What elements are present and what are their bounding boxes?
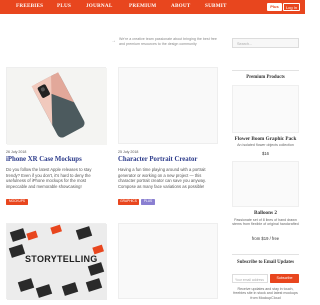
nav-about[interactable]: ABOUT: [171, 3, 190, 9]
email-placeholder: Your email address: [235, 277, 264, 282]
tag-mockups[interactable]: MOCKUPS: [6, 199, 28, 205]
product-name[interactable]: Flower Boom Graphic Pack: [232, 136, 299, 142]
post-title[interactable]: Character Portrait Creator: [118, 156, 197, 163]
post-image-portrait[interactable]: [118, 67, 218, 144]
plus-button[interactable]: Plus: [267, 3, 282, 11]
phone-mockup-illustration: [7, 68, 107, 145]
product-desc: An isolated flower objects collection: [237, 143, 294, 147]
nav-freebies[interactable]: FREEBIES: [16, 3, 43, 9]
nav-journal[interactable]: JOURNAL: [86, 3, 112, 9]
nav-plus[interactable]: PLUS: [57, 3, 71, 9]
product-image-flower[interactable]: [232, 85, 299, 133]
product-image-balloons[interactable]: [232, 161, 299, 207]
post-image-storytelling[interactable]: STORYTELLING: [6, 223, 107, 300]
post-excerpt: Do you follow the latest Apple releases …: [6, 167, 92, 189]
search-input[interactable]: Search...: [232, 38, 299, 48]
product-price: from $19 / free: [251, 236, 280, 241]
post-excerpt: Having a fun time playing around with a …: [118, 167, 206, 189]
search-placeholder: Search...: [237, 41, 253, 46]
login-button[interactable]: Log In: [283, 3, 300, 11]
top-navigation: FREEBIES PLUS JOURNAL PREMIUM ABOUT SUBM…: [0, 0, 305, 14]
tag-plus[interactable]: PLUS: [141, 199, 155, 205]
intro-notice: We're a creative team passionate about b…: [119, 37, 217, 46]
tag-graphics[interactable]: GRAPHICS: [118, 199, 139, 205]
arrow-right-icon: →: [111, 38, 116, 44]
storytelling-banner: STORYTELLING: [25, 254, 98, 264]
nav-premium[interactable]: PREMIUM: [129, 3, 156, 9]
premium-products-heading: Premium Products: [246, 75, 285, 80]
post-date: 25 July 2018: [118, 150, 139, 154]
subscribe-heading: Subscribe to Email Updates: [237, 260, 294, 265]
nav-submit[interactable]: SUBMIT: [205, 3, 227, 9]
post-title[interactable]: iPhone XR Case Mockups: [6, 156, 82, 163]
post-image-placeholder[interactable]: [118, 223, 218, 299]
divider: [232, 70, 299, 71]
product-desc: Passionate set of 8 lines of hand drawn …: [232, 218, 299, 227]
divider: [232, 254, 299, 255]
subscribe-note: Receive updates and stay in touch, freeb…: [233, 287, 298, 300]
post-date: 26 July 2018: [6, 150, 27, 154]
post-image-iphone[interactable]: [6, 67, 107, 145]
subscribe-button[interactable]: Subscribe: [270, 274, 299, 283]
email-field[interactable]: Your email address: [232, 274, 268, 283]
product-price: $16: [262, 151, 269, 156]
product-name[interactable]: Balloons 2: [232, 210, 299, 216]
